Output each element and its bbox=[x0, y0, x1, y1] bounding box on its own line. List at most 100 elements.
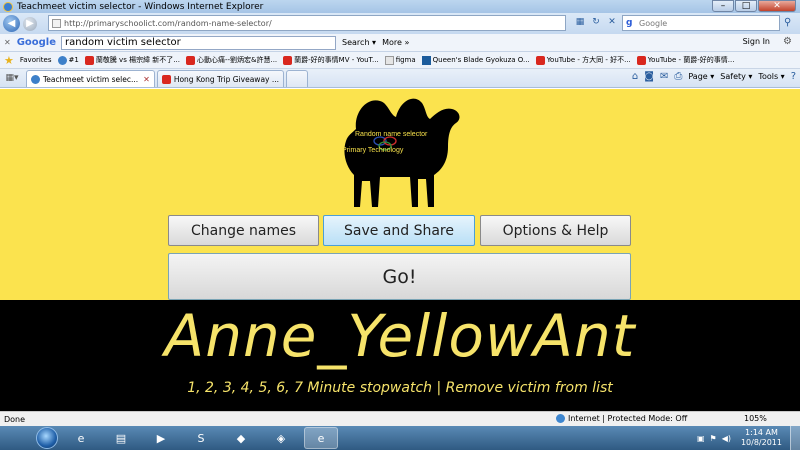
safety-menu[interactable]: Safety ▾ bbox=[720, 72, 752, 81]
search-input[interactable]: g Google bbox=[622, 15, 780, 31]
result-panel: Anne_YellowAnt 1, 2, 3, 4, 5, 6, 7 Minut… bbox=[0, 300, 800, 411]
page-content: Random name selector Primary Technology … bbox=[0, 89, 800, 411]
forward-button[interactable]: ▶ bbox=[23, 16, 37, 31]
youtube-icon bbox=[84, 55, 94, 65]
favorite-label: #1 bbox=[68, 56, 79, 64]
url-text: http://primaryschoolict.com/random-name-… bbox=[64, 18, 272, 28]
taskbar: e ▤ ▶ S ◆ ◈ e ▣ ⚑ ◀) 1:14 AM 10/8/2011 bbox=[0, 426, 800, 450]
stopwatch-links[interactable]: 1, 2, 3, 4, 5, 6, 7 Minute stopwatch | R… bbox=[0, 380, 800, 396]
security-zone[interactable]: Internet | Protected Mode: Off bbox=[556, 414, 687, 423]
favorite-label: 蘭敬騰 vs 楊宗緯 新不了... bbox=[95, 56, 180, 64]
close-button[interactable]: ✕ bbox=[758, 0, 796, 12]
favorite-item[interactable]: 心動心痛--劉炳宏&許慧... bbox=[185, 55, 278, 65]
options-help-button[interactable]: Options & Help bbox=[480, 215, 631, 246]
google-search-button[interactable]: Search ▾ bbox=[342, 38, 376, 47]
system-tray: ▣ ⚑ ◀) 1:14 AM 10/8/2011 bbox=[697, 426, 800, 450]
favorite-item[interactable]: figma bbox=[384, 55, 416, 65]
title-bar: Teachmeet victim selector - Windows Inte… bbox=[0, 0, 800, 13]
search-placeholder: Google bbox=[639, 18, 668, 28]
file-explorer-icon[interactable]: ▤ bbox=[104, 427, 138, 449]
google-more-button[interactable]: More » bbox=[382, 38, 409, 47]
address-bar: ◀ ▶ http://primaryschoolict.com/random-n… bbox=[0, 13, 800, 34]
print-icon[interactable]: ⎙ bbox=[674, 71, 682, 82]
home-icon[interactable]: ⌂ bbox=[632, 71, 638, 82]
tab-label: Hong Kong Trip Giveaway ... bbox=[173, 74, 280, 84]
google-toolbar: ✕ Google random victim selector Search ▾… bbox=[0, 34, 800, 52]
show-desktop-button[interactable] bbox=[790, 426, 800, 450]
page-icon bbox=[384, 55, 394, 65]
youtube-icon bbox=[185, 55, 195, 65]
ie-icon bbox=[31, 74, 40, 84]
favorite-label: YouTube - 方大同 - 好不... bbox=[546, 56, 631, 64]
tab-teachmeet[interactable]: Teachmeet victim selec... ✕ bbox=[26, 70, 155, 87]
zone-text: Internet | Protected Mode: Off bbox=[568, 414, 688, 423]
url-field[interactable]: http://primaryschoolict.com/random-name-… bbox=[48, 15, 566, 31]
flag-icon[interactable]: ⚑ bbox=[710, 434, 717, 443]
address-tools: ▦ ↻ ✕ bbox=[574, 16, 618, 28]
google-logo: Google bbox=[16, 37, 57, 48]
internet-explorer-icon[interactable]: e bbox=[64, 427, 98, 449]
close-tab-icon[interactable]: ✕ bbox=[143, 75, 150, 84]
skype-icon[interactable]: S bbox=[184, 427, 218, 449]
command-bar: ⌂ ◙ ✉ ⎙ Page ▾ Safety ▾ Tools ▾ ? bbox=[632, 71, 796, 82]
youtube-icon bbox=[636, 55, 646, 65]
quick-tabs-icon[interactable]: ▦▾ bbox=[0, 69, 24, 87]
favorite-item[interactable]: Queen's Blade Gyokuza O... bbox=[421, 55, 530, 65]
favorites-button[interactable]: Favorites bbox=[20, 56, 52, 64]
help-icon[interactable]: ? bbox=[791, 71, 796, 82]
qb-icon bbox=[421, 55, 431, 65]
logo-caption-2: Primary Technology bbox=[342, 147, 404, 154]
volume-icon[interactable]: ◀) bbox=[722, 434, 731, 443]
tab-bar: ▦▾ Teachmeet victim selec... ✕ Hong Kong… bbox=[0, 69, 800, 88]
new-tab-button[interactable] bbox=[286, 70, 309, 87]
favorite-label: YouTube - 蘭爵-好的事情... bbox=[647, 56, 735, 64]
network-icon[interactable]: ▣ bbox=[697, 434, 705, 443]
zoom-level[interactable]: 105% bbox=[744, 414, 767, 423]
favorites-bar: ★ Favorites #1 蘭敬騰 vs 楊宗緯 新不了... 心動心痛--劉… bbox=[0, 52, 800, 69]
window-title: Teachmeet victim selector - Windows Inte… bbox=[17, 1, 264, 12]
favorite-label: figma bbox=[395, 56, 416, 64]
favorite-item[interactable]: 蘭爵-好的事情MV - YouT... bbox=[283, 55, 379, 65]
save-and-share-button[interactable]: Save and Share bbox=[323, 215, 475, 246]
page-icon bbox=[52, 18, 61, 28]
sign-in-link[interactable]: Sign In bbox=[743, 37, 770, 46]
change-names-button[interactable]: Change names bbox=[168, 215, 319, 246]
maximize-button[interactable]: □ bbox=[735, 0, 757, 12]
page-menu[interactable]: Page ▾ bbox=[688, 72, 714, 81]
refresh-icon[interactable]: ↻ bbox=[590, 16, 602, 28]
selected-name: Anne_YellowAnt bbox=[164, 302, 636, 370]
minimize-button[interactable]: – bbox=[712, 0, 734, 12]
favorite-item[interactable]: 蘭敬騰 vs 楊宗緯 新不了... bbox=[84, 55, 180, 65]
favorite-item[interactable]: YouTube - 方大同 - 好不... bbox=[535, 55, 631, 65]
google-query-input[interactable]: random victim selector bbox=[61, 35, 337, 50]
window-controls: – □ ✕ bbox=[711, 0, 796, 12]
feeds-icon[interactable]: ◙ bbox=[644, 71, 654, 82]
tools-menu[interactable]: Tools ▾ bbox=[758, 72, 784, 81]
wrench-icon[interactable]: ⚙ bbox=[783, 36, 792, 47]
favorite-label: 心動心痛--劉炳宏&許慧... bbox=[196, 56, 278, 64]
start-button[interactable] bbox=[36, 427, 58, 449]
youtube-icon bbox=[283, 55, 293, 65]
clock[interactable]: 1:14 AM 10/8/2011 bbox=[741, 428, 782, 448]
windows-update-icon[interactable]: ◈ bbox=[264, 427, 298, 449]
status-bar: Done Internet | Protected Mode: Off 105% bbox=[0, 411, 800, 426]
ie-active-icon[interactable]: e bbox=[304, 427, 338, 449]
favorite-item[interactable]: YouTube - 蘭爵-好的事情... bbox=[636, 55, 735, 65]
media-player-icon[interactable]: ▶ bbox=[144, 427, 178, 449]
favorites-star-icon[interactable]: ★ bbox=[4, 54, 14, 67]
tab-hong-kong[interactable]: Hong Kong Trip Giveaway ... bbox=[156, 70, 285, 87]
search-icon[interactable]: ⚲ bbox=[784, 17, 791, 28]
back-button[interactable]: ◀ bbox=[3, 15, 20, 32]
ie-icon bbox=[57, 55, 67, 65]
mail-icon[interactable]: ✉ bbox=[660, 71, 668, 82]
compat-view-icon[interactable]: ▦ bbox=[574, 16, 586, 28]
globe-icon bbox=[556, 414, 565, 423]
logo-caption-1: Random name selector bbox=[355, 131, 428, 138]
favorite-item[interactable]: #1 bbox=[57, 55, 79, 65]
app-icon[interactable]: ◆ bbox=[224, 427, 258, 449]
favorite-label: 蘭爵-好的事情MV - YouT... bbox=[294, 56, 379, 64]
tray-icons: ▣ ⚑ ◀) bbox=[697, 434, 731, 443]
close-toolbar-icon[interactable]: ✕ bbox=[4, 38, 11, 47]
go-button[interactable]: Go! bbox=[168, 253, 631, 300]
stop-icon[interactable]: ✕ bbox=[606, 16, 618, 28]
